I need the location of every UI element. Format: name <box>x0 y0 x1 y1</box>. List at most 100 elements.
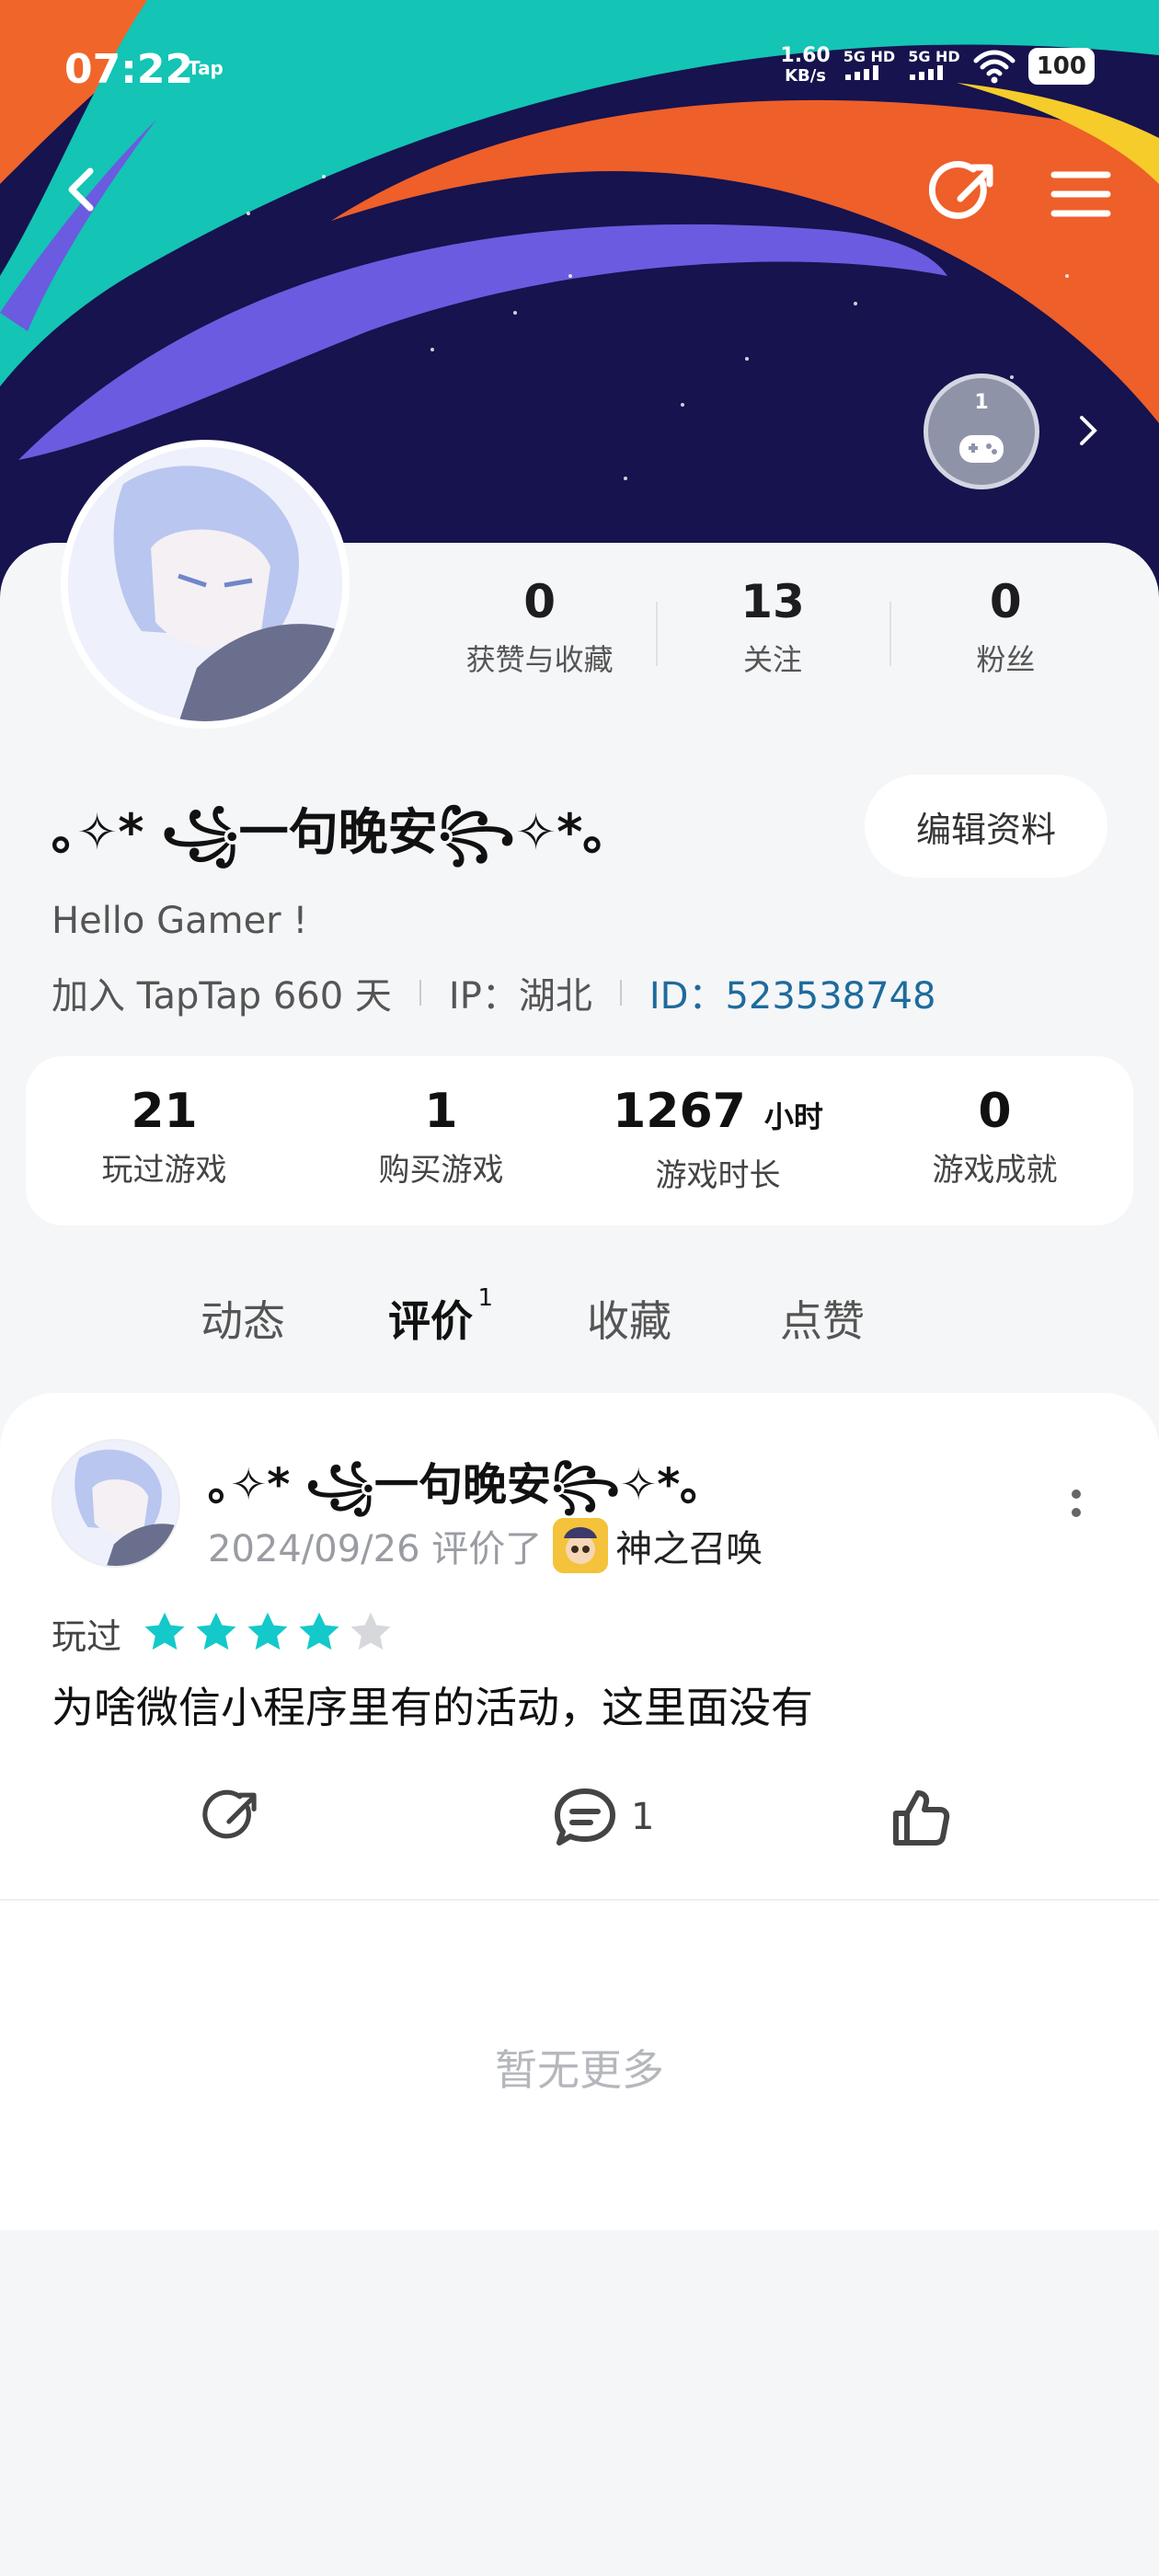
net-speed-unit: KB/s <box>785 66 827 86</box>
edit-profile-button[interactable]: 编辑资料 <box>865 775 1107 878</box>
signal-bars-icon <box>844 65 878 80</box>
share-icon <box>202 1789 257 1839</box>
anime-avatar-art <box>68 447 342 721</box>
battery-indicator: 100 <box>1027 48 1095 85</box>
post-avatar[interactable] <box>52 1439 180 1568</box>
gstat-played[interactable]: 21 玩过游戏 <box>26 1056 303 1225</box>
stat-divider <box>656 602 659 666</box>
net-speed-value: 1.60 <box>780 44 831 67</box>
game-cover-art <box>553 1518 609 1573</box>
nickname: ｡✧* ꧁一句晚安꧂✧*｡ <box>52 803 608 861</box>
like-action-button[interactable] <box>889 1785 951 1849</box>
gstat-number: 1267 <box>613 1084 746 1139</box>
status-app-tag: Tap <box>188 57 224 79</box>
meta-divider <box>419 980 421 1006</box>
status-time: 07:22 <box>64 46 194 93</box>
stat-label: 获赞与收藏 <box>465 642 614 677</box>
section-divider <box>0 1899 1159 1901</box>
star-filled-icon <box>247 1612 288 1650</box>
profile-stats: 0 获赞与收藏 13 关注 0 粉丝 <box>423 574 1122 694</box>
thumbs-up-icon <box>893 1790 950 1846</box>
tab-label: 评价 <box>388 1296 473 1346</box>
game-name[interactable]: 神之召唤 <box>615 1519 763 1572</box>
share-button[interactable] <box>929 156 1003 230</box>
tab-favorites[interactable]: 收藏 <box>587 1288 671 1349</box>
chevron-right-icon[interactable] <box>1074 412 1102 449</box>
gamepad-icon <box>959 435 1004 463</box>
comment-count: 1 <box>631 1796 655 1838</box>
stat-following[interactable]: 13 关注 <box>656 574 889 694</box>
star-filled-icon <box>196 1612 236 1650</box>
back-button[interactable] <box>55 162 110 217</box>
signal-1: 5G HD <box>843 48 896 84</box>
gstat-label: 游戏成就 <box>932 1152 1058 1189</box>
signal-bars-icon <box>910 65 944 80</box>
more-options-icon[interactable] <box>1067 1483 1085 1524</box>
star-filled-icon <box>299 1612 339 1650</box>
star-filled-icon <box>144 1612 185 1650</box>
stat-value: 0 <box>989 575 1022 628</box>
gstat-value: 1267 小时 <box>580 1084 856 1144</box>
status-bar: 07:22 Tap 1.60 KB/s 5G HD 5G HD 100 <box>0 37 1159 110</box>
status-indicators: 1.60 KB/s 5G HD 5G HD 100 <box>780 46 1095 86</box>
tab-reviews[interactable]: 评价 1 <box>388 1284 493 1349</box>
stat-label: 粉丝 <box>976 642 1036 677</box>
game-icon[interactable] <box>553 1518 609 1573</box>
achievement-badge[interactable]: 1 <box>924 374 1039 489</box>
profile-tabs: 动态 评价 1 收藏 点赞 <box>0 1284 1159 1371</box>
gstat-label: 游戏时长 <box>655 1157 781 1194</box>
stat-label: 关注 <box>742 642 802 677</box>
tab-activity[interactable]: 动态 <box>201 1288 285 1349</box>
tab-label: 动态 <box>201 1296 285 1346</box>
ip-location: IP：湖北 <box>448 975 592 1018</box>
gstat-label: 购买游戏 <box>378 1152 504 1189</box>
gstat-unit: 小时 <box>763 1099 823 1134</box>
signal-2-label: 5G HD <box>908 48 960 65</box>
share-action-button[interactable] <box>202 1785 265 1849</box>
gstat-playtime[interactable]: 1267 小时 游戏时长 <box>580 1056 856 1225</box>
game-stats-card: 21 玩过游戏 1 购买游戏 1267 小时 游戏时长 0 游戏成就 <box>26 1056 1133 1225</box>
star-empty-icon <box>350 1612 391 1650</box>
anime-avatar-art <box>53 1441 178 1566</box>
post-meta: 2024/09/26 评价了 神之召唤 <box>208 1518 763 1573</box>
avatar[interactable] <box>61 440 350 729</box>
avatar-image <box>68 447 342 721</box>
joined-days: 加入 TapTap 660 天 <box>52 975 392 1018</box>
top-nav <box>0 156 1159 230</box>
stat-divider <box>889 602 891 666</box>
tab-label: 收藏 <box>587 1296 671 1346</box>
stat-followers[interactable]: 0 粉丝 <box>889 574 1122 694</box>
post-date-action: 2024/09/26 评价了 <box>208 1528 543 1570</box>
tab-count: 1 <box>477 1284 493 1312</box>
review-actions: 1 <box>0 1776 1159 1858</box>
gstat-label: 玩过游戏 <box>101 1152 227 1189</box>
signal-2: 5G HD <box>908 49 960 84</box>
tab-label: 点赞 <box>780 1296 865 1346</box>
gstat-number: 21 <box>131 1084 198 1139</box>
rating-row: 玩过 <box>52 1608 399 1659</box>
bio: Hello Gamer ! <box>52 900 308 942</box>
wifi-icon <box>973 50 1016 84</box>
no-more-text: 暂无更多 <box>495 2045 664 2095</box>
gstat-value: 0 <box>856 1084 1133 1139</box>
profile-meta: 加入 TapTap 660 天 IP：湖北 ID：523538748 <box>52 966 935 1019</box>
comment-action-button[interactable]: 1 <box>552 1785 654 1849</box>
stat-value: 13 <box>740 575 805 628</box>
signal-1-label: 5G HD <box>843 48 896 65</box>
gstat-number: 0 <box>978 1084 1012 1139</box>
gstat-achievements[interactable]: 0 游戏成就 <box>856 1056 1133 1225</box>
tab-likes[interactable]: 点赞 <box>780 1288 865 1349</box>
meta-divider <box>619 980 622 1006</box>
comment-icon <box>555 1788 615 1846</box>
gstat-number: 1 <box>424 1084 458 1139</box>
rating-label: 玩过 <box>52 1616 122 1657</box>
stat-value: 0 <box>523 575 557 628</box>
menu-button[interactable] <box>1049 162 1113 226</box>
review-text[interactable]: 为啥微信小程序里有的活动，这里面没有 <box>52 1674 813 1735</box>
user-id[interactable]: ID：523538748 <box>649 966 936 1019</box>
gstat-purchased[interactable]: 1 购买游戏 <box>303 1056 580 1225</box>
gstat-value: 21 <box>26 1084 303 1139</box>
network-speed: 1.60 KB/s <box>780 46 830 86</box>
stat-likes[interactable]: 0 获赞与收藏 <box>423 574 656 694</box>
rating-stars <box>142 1609 399 1659</box>
